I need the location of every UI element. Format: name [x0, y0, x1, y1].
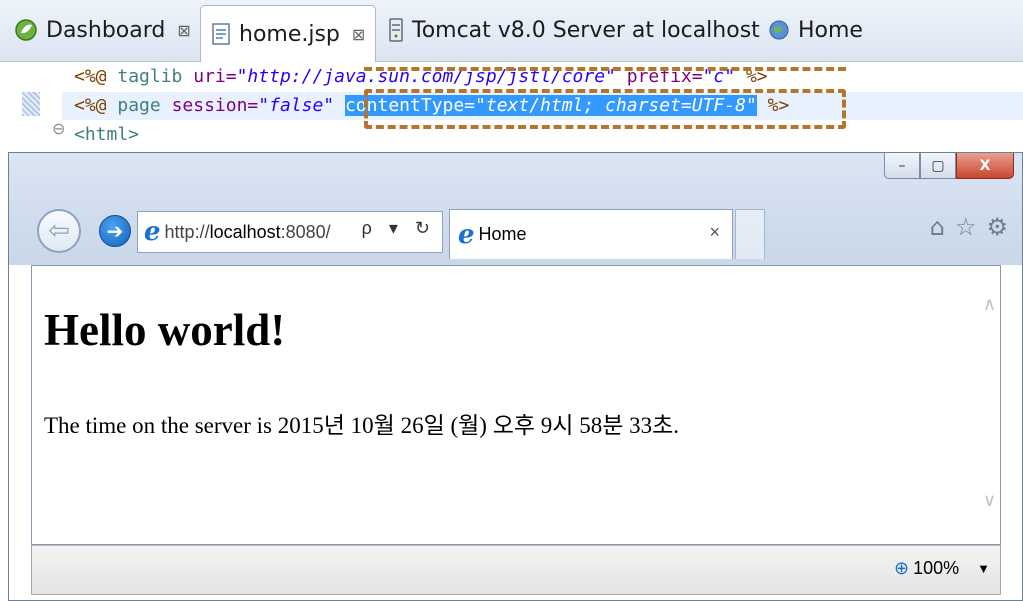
browser-window: – ▢ X ⇦ ➔ e http://localhost:8080/ ρ ▾ ↻…: [8, 152, 1023, 601]
code-line-2[interactable]: <%@ page session="false" contentType="te…: [74, 91, 789, 121]
tab-tomcat-label: Tomcat v8.0 Server at localhost: [412, 17, 760, 43]
address-bar[interactable]: e http://localhost:8080/ ρ ▾ ↻: [137, 211, 443, 253]
spring-icon: [15, 19, 37, 41]
tab-tomcat-server[interactable]: Tomcat v8.0 Server at localhost: [388, 8, 760, 52]
page-viewport: Hello world! The time on the server is 2…: [31, 265, 1001, 545]
code-editor[interactable]: <%@ taglib uri="http://java.sun.com/jsp/…: [0, 62, 1023, 154]
ie-logo-icon: e: [458, 219, 475, 250]
window-controls: – ▢ X: [884, 153, 1014, 183]
address-host: localhost: [209, 221, 281, 242]
search-refresh-controls[interactable]: ρ ▾ ↻: [362, 218, 436, 239]
back-button[interactable]: ⇦: [37, 209, 81, 253]
ie-logo-icon: e: [144, 217, 161, 247]
attr-content-type-value: "text/html; charset=UTF-8": [475, 95, 757, 116]
close-button[interactable]: X: [956, 153, 1014, 179]
tab-home-jsp[interactable]: home.jsp ⊠: [200, 5, 377, 62]
tab-close-icon[interactable]: ×: [709, 222, 720, 243]
jsp-file-icon: [212, 23, 230, 45]
restore-button[interactable]: ▢: [920, 153, 956, 179]
zoom-level: 100%: [913, 558, 960, 578]
attr-session-value: "false": [258, 95, 335, 116]
zoom-control[interactable]: ⊕ 100% ▼: [894, 558, 990, 579]
zoom-icon: ⊕: [893, 558, 910, 578]
tab-dashboard-label: Dashboard: [46, 17, 166, 43]
address-suffix: :8080/: [280, 221, 331, 242]
gear-icon[interactable]: ⚙: [986, 213, 1008, 241]
browser-toolbar: – ▢ X ⇦ ➔ e http://localhost:8080/ ρ ▾ ↻…: [9, 153, 1022, 265]
browser-tool-icons: ⌂ ☆ ⚙: [930, 213, 1008, 241]
close-icon[interactable]: ⊠: [352, 25, 365, 44]
editor-ruler: [0, 62, 62, 154]
star-icon[interactable]: ☆: [955, 213, 977, 241]
attr-prefix-value: "c": [702, 66, 736, 87]
tab-home-jsp-label: home.jsp: [239, 21, 340, 47]
scroll-up-icon[interactable]: ∧: [983, 294, 996, 315]
server-time-text: The time on the server is 2015년 10월 26일 …: [44, 413, 680, 438]
fold-collapse-icon[interactable]: ⊖: [52, 119, 65, 138]
browser-tab-title: Home: [478, 224, 527, 244]
vertical-scrollbar[interactable]: ∧ ∨: [978, 266, 1000, 544]
attr-prefix: prefix=: [626, 66, 703, 87]
jsp-directive-open: <%@: [74, 95, 107, 116]
editor-tab-bar: Dashboard ⊠ home.jsp ⊠ Tomcat v8.0 Serve…: [0, 0, 1023, 62]
code-line-3[interactable]: <html>: [74, 120, 139, 150]
globe-icon: [769, 20, 789, 40]
tab-home-label: Home: [798, 17, 863, 43]
forward-arrow-icon: ➔: [106, 219, 124, 243]
minimize-button[interactable]: –: [884, 153, 920, 179]
forward-button[interactable]: ➔: [99, 215, 131, 247]
address-prefix: http://: [164, 221, 210, 242]
attr-uri: uri=: [193, 66, 237, 87]
html-tag: <html>: [74, 124, 140, 145]
chevron-down-icon[interactable]: ▼: [977, 561, 990, 576]
jsp-directive-close: %>: [767, 95, 790, 116]
server-icon: [389, 18, 403, 42]
jsp-directive-open: <%@: [74, 66, 107, 87]
scroll-down-icon[interactable]: ∨: [983, 490, 996, 511]
jsp-directive-close: %>: [745, 66, 768, 87]
new-tab-button[interactable]: [735, 209, 765, 259]
tab-dashboard[interactable]: Dashboard ⊠: [14, 8, 191, 52]
directive-keyword: page: [117, 95, 161, 116]
home-icon[interactable]: ⌂: [930, 213, 945, 241]
attr-uri-value: "http://java.sun.com/jsp/jstl/core": [236, 66, 616, 87]
tab-home[interactable]: Home: [768, 8, 863, 52]
status-bar: ⊕ 100% ▼: [31, 545, 1001, 595]
close-icon[interactable]: ⊠: [177, 21, 190, 40]
page-heading: Hello world!: [44, 305, 286, 355]
browser-tab-home[interactable]: e Home ×: [449, 209, 733, 259]
attr-content-type: contentType=: [344, 95, 476, 116]
directive-keyword: taglib: [117, 66, 183, 87]
code-line-1[interactable]: <%@ taglib uri="http://java.sun.com/jsp/…: [74, 62, 768, 92]
current-line-marker: [22, 92, 40, 116]
attr-session: session=: [171, 95, 259, 116]
back-arrow-icon: ⇦: [48, 216, 70, 246]
